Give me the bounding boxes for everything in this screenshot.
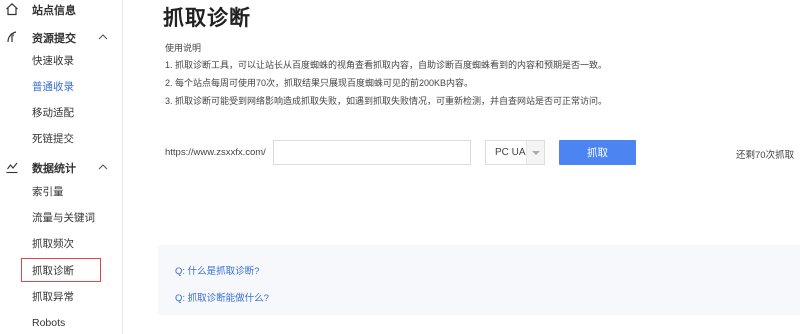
sidebar: 站点信息 资源提交 快速收录 普通收录 移动适配 死链提交 数据统计 索引量 流… xyxy=(0,0,123,334)
sidebar-item-crawl-errors[interactable]: 抓取异常 xyxy=(32,289,74,305)
fetch-button[interactable]: 抓取 xyxy=(559,140,636,165)
faq-panel: Q: 什么是抓取诊断? Q: 抓取诊断能做什么? xyxy=(158,245,800,315)
sidebar-group-resource-submit[interactable]: 资源提交 xyxy=(0,28,122,48)
sidebar-item-index-volume[interactable]: 索引量 xyxy=(32,184,64,200)
sidebar-item-deadlink-submit[interactable]: 死链提交 xyxy=(32,131,74,147)
main-content: 抓取诊断 使用说明 1. 抓取诊断工具，可以让站长从百度蜘蛛的视角查看抓取内容，… xyxy=(123,0,800,334)
dropdown-arrow-icon[interactable] xyxy=(526,141,544,164)
page-title: 抓取诊断 xyxy=(163,7,251,30)
site-url-label: https://www.zsxxfx.com/ xyxy=(165,147,266,158)
ua-select[interactable]: PC UA xyxy=(485,140,545,165)
faq-link[interactable]: Q: 什么是抓取诊断? xyxy=(175,263,259,277)
faq-link[interactable]: Q: 抓取诊断能做什么? xyxy=(175,290,269,304)
home-icon xyxy=(6,2,18,16)
sidebar-item-crawl-diagnosis[interactable]: 抓取诊断 xyxy=(21,258,101,282)
instruction-line: 1. 抓取诊断工具，可以让站长从百度蜘蛛的视角查看抓取内容，自助诊断百度蜘蛛看到… xyxy=(165,60,608,70)
sidebar-group-label: 数据统计 xyxy=(32,163,76,175)
sidebar-group-data-stats[interactable]: 数据统计 xyxy=(0,158,122,178)
sidebar-group-label: 站点信息 xyxy=(32,5,76,17)
sidebar-item-mobile-adapt[interactable]: 移动适配 xyxy=(32,105,74,121)
sidebar-item-robots[interactable]: Robots xyxy=(32,315,65,331)
instructions-heading: 使用说明 xyxy=(165,43,202,53)
stats-icon xyxy=(6,162,18,174)
instruction-line: 3. 抓取诊断可能受到网络影响造成抓取失败，如遇到抓取失败情况，可重新检测，并自… xyxy=(165,96,608,106)
sidebar-item-crawl-frequency[interactable]: 抓取频次 xyxy=(32,236,74,252)
remaining-count: 还剩70次抓取 xyxy=(736,150,795,161)
chevron-up-icon[interactable] xyxy=(97,161,109,173)
ua-select-value: PC UA xyxy=(495,147,526,158)
sidebar-item-fast-index[interactable]: 快速收录 xyxy=(32,53,74,69)
sidebar-group-label: 资源提交 xyxy=(32,33,76,45)
instruction-line: 2. 每个站点每周可使用70次，抓取结果只展现百度蜘蛛可见的前200KB内容。 xyxy=(165,78,474,88)
sidebar-item-normal-index[interactable]: 普通收录 xyxy=(32,79,74,95)
submit-icon xyxy=(7,31,17,43)
sidebar-item-traffic-keywords[interactable]: 流量与关键词 xyxy=(32,210,95,226)
chevron-up-icon[interactable] xyxy=(97,31,109,43)
sidebar-group-site-info[interactable]: 站点信息 xyxy=(0,0,122,20)
url-path-input[interactable] xyxy=(273,140,471,165)
